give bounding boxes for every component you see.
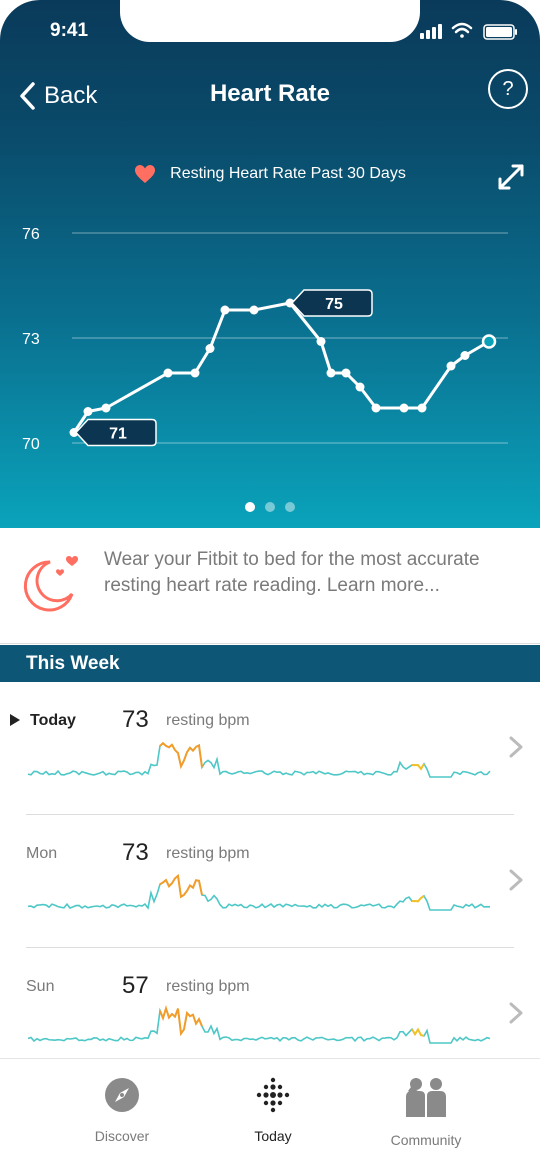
- play-triangle-icon: [10, 714, 20, 726]
- tab-discover[interactable]: Discover: [62, 1077, 182, 1144]
- page-dot[interactable]: [245, 502, 255, 512]
- day-sparkline: [28, 1005, 491, 1044]
- data-point[interactable]: [355, 382, 365, 392]
- svg-text:75: 75: [325, 296, 343, 313]
- day-resting-value: 73: [122, 839, 149, 866]
- chevron-right-icon: [509, 736, 523, 758]
- sparkline-path: [28, 874, 491, 911]
- sparkline-peak: [159, 873, 203, 899]
- bottom-tab-bar: Discover Today Community: [0, 1058, 540, 1162]
- sleep-moon-heart-icon: [23, 556, 78, 612]
- wifi-icon: [451, 22, 473, 38]
- data-point[interactable]: [163, 368, 173, 378]
- y-tick-label: 73: [22, 331, 40, 348]
- data-label: 71: [74, 418, 157, 447]
- sparkline-peak: [411, 763, 425, 771]
- day-unit: resting bpm: [166, 978, 250, 995]
- page-dot[interactable]: [285, 502, 295, 512]
- tab-today[interactable]: Today: [213, 1077, 333, 1144]
- tab-label: Today: [254, 1128, 292, 1144]
- day-row-today[interactable]: Today 73 resting bpm: [0, 683, 540, 815]
- chart-title: Resting Heart Rate Past 30 Days: [170, 165, 406, 182]
- data-point[interactable]: [371, 403, 381, 413]
- data-point[interactable]: [460, 351, 470, 360]
- device-notch: [120, 0, 420, 42]
- data-point[interactable]: [316, 337, 326, 346]
- y-tick-label: 76: [22, 226, 40, 243]
- data-point[interactable]: [190, 368, 200, 378]
- signal-icon: [420, 24, 442, 39]
- sparkline-peak: [411, 895, 425, 903]
- tab-label: Discover: [94, 1128, 150, 1144]
- day-row-sun[interactable]: Sun 57 resting bpm: [0, 949, 540, 1059]
- data-point[interactable]: [83, 407, 93, 416]
- page-indicator: [0, 502, 540, 512]
- data-point[interactable]: [205, 344, 215, 353]
- data-label: 75: [290, 289, 373, 317]
- heart-rate-chart: 76 73 70 75 71: [22, 226, 508, 453]
- sparkline-peak: [159, 741, 203, 770]
- day-unit: resting bpm: [166, 712, 250, 729]
- this-week-header: This Week: [0, 645, 540, 682]
- chevron-right-icon: [509, 1002, 523, 1024]
- chart-legend: Resting Heart Rate Past 30 Days: [0, 164, 540, 184]
- heart-rate-screen: 9:41 Back Heart Rate ? Resting Heart Rat…: [0, 0, 540, 1162]
- day-name: Mon: [26, 845, 58, 862]
- community-icon: [406, 1078, 446, 1117]
- data-point[interactable]: [249, 305, 259, 315]
- data-point[interactable]: [446, 361, 456, 371]
- day-sparkline: [28, 873, 491, 911]
- tab-label: Community: [390, 1132, 462, 1148]
- fitbit-dots-icon: [256, 1077, 290, 1113]
- status-time: 9:41: [50, 20, 89, 41]
- data-point[interactable]: [326, 368, 336, 378]
- data-point[interactable]: [220, 305, 230, 315]
- tip-text[interactable]: Wear your Fitbit to bed for the most acc…: [104, 547, 524, 599]
- heart-icon: [135, 165, 156, 183]
- day-resting-value: 57: [122, 972, 149, 999]
- day-row-mon[interactable]: Mon 73 resting bpm: [0, 816, 540, 948]
- help-button[interactable]: ?: [488, 69, 528, 109]
- row-divider: [26, 814, 514, 815]
- y-tick-label: 70: [22, 436, 40, 453]
- row-divider: [26, 947, 514, 948]
- data-point[interactable]: [341, 368, 351, 378]
- day-name: Today: [30, 712, 76, 729]
- day-resting-value: 73: [122, 706, 149, 733]
- page-dot[interactable]: [265, 502, 275, 512]
- day-sparkline: [28, 741, 491, 778]
- series-line: [72, 301, 490, 434]
- sparkline-peak: [411, 1027, 425, 1037]
- day-unit: resting bpm: [166, 845, 250, 862]
- page-title: Heart Rate: [209, 80, 331, 107]
- data-point[interactable]: [101, 403, 111, 413]
- chevron-right-icon: [509, 869, 523, 891]
- day-name: Sun: [26, 978, 55, 995]
- data-point[interactable]: [417, 403, 427, 413]
- expand-icon[interactable]: [496, 162, 526, 192]
- data-point[interactable]: [399, 403, 409, 413]
- status-icons: [420, 22, 517, 40]
- data-point[interactable]: [481, 334, 497, 349]
- sparkline-path: [28, 742, 491, 778]
- svg-text:71: 71: [109, 426, 127, 443]
- compass-icon: [105, 1078, 139, 1112]
- battery-icon: [483, 24, 517, 40]
- sparkline-peak: [159, 1005, 203, 1037]
- tab-community[interactable]: Community: [366, 1077, 486, 1148]
- sparkline-path: [28, 1005, 491, 1044]
